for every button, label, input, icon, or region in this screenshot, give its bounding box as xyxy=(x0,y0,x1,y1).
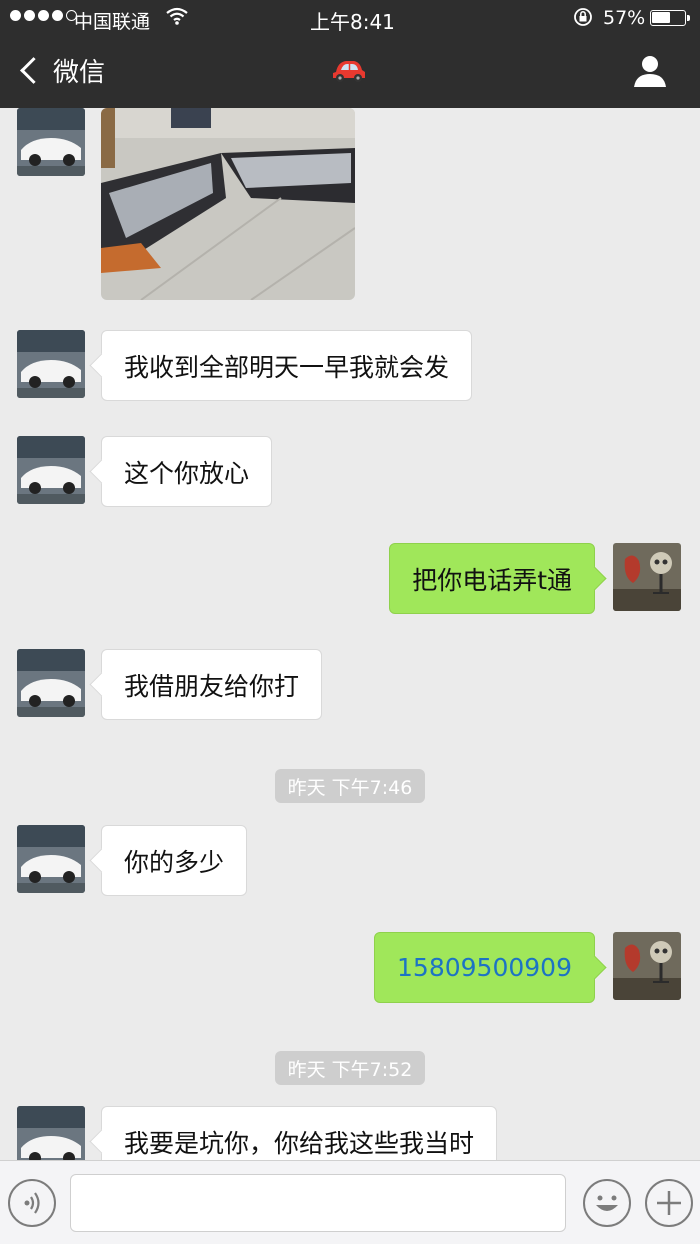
plus-icon[interactable] xyxy=(645,1179,693,1227)
own-avatar[interactable] xyxy=(613,543,681,611)
back-label: 微信 xyxy=(53,58,106,88)
message-text: 我收到全部明天一早我就会发 xyxy=(124,352,450,382)
phone-number-link[interactable]: 15809500909 xyxy=(397,953,572,982)
message-bubble[interactable]: 这个你放心 xyxy=(101,436,273,507)
message-bubble[interactable]: 你的多少 xyxy=(101,825,248,896)
message-text: 你的多少 xyxy=(124,847,225,877)
back-button[interactable]: 微信 xyxy=(18,52,105,89)
battery-percent: 57% xyxy=(603,7,646,29)
message-text: 我借朋友给你打 xyxy=(124,671,300,701)
battery-icon xyxy=(650,10,690,26)
chat-image-message[interactable] xyxy=(101,108,355,300)
own-message-bubble[interactable]: 15809500909 xyxy=(374,932,595,1003)
own-avatar[interactable] xyxy=(613,932,681,1000)
signal-strength-icon xyxy=(10,10,77,21)
message-text: 这个你放心 xyxy=(124,458,250,488)
message-input[interactable] xyxy=(70,1174,566,1232)
car-emoji-icon xyxy=(330,58,368,88)
timestamp: 昨天 下午7:52 xyxy=(275,1051,425,1085)
message-text: 把你电话弄t通 xyxy=(412,565,572,595)
rotation-lock-icon xyxy=(573,7,593,32)
profile-icon[interactable] xyxy=(630,54,670,92)
contact-avatar[interactable] xyxy=(17,436,85,504)
own-message-bubble[interactable]: 把你电话弄t通 xyxy=(389,543,595,614)
contact-avatar[interactable] xyxy=(17,649,85,717)
contact-avatar[interactable] xyxy=(17,330,85,398)
message-bubble[interactable]: 我收到全部明天一早我就会发 xyxy=(101,330,473,401)
wifi-icon xyxy=(166,7,188,30)
voice-icon[interactable] xyxy=(8,1179,56,1227)
contact-avatar[interactable] xyxy=(17,1106,85,1160)
message-bubble[interactable]: 我借朋友给你打 xyxy=(101,649,323,720)
message-text: 我要是坑你，你给我这些我当时 xyxy=(124,1128,475,1158)
status-bar: 中国联通 上午8:41 57% xyxy=(0,0,700,36)
clock: 上午8:41 xyxy=(310,10,395,34)
contact-avatar[interactable] xyxy=(17,108,85,176)
carrier-name: 中国联通 xyxy=(74,11,151,33)
timestamp: 昨天 下午7:46 xyxy=(275,769,425,803)
chat-area[interactable]: 我收到全部明天一早我就会发 这个你放心 把你电话弄t通 我借朋友给你打 昨天 下… xyxy=(0,108,700,1160)
emoji-icon[interactable] xyxy=(583,1179,631,1227)
chevron-left-icon xyxy=(20,57,47,84)
contact-avatar[interactable] xyxy=(17,825,85,893)
input-bar xyxy=(0,1160,700,1244)
nav-bar: 微信 xyxy=(0,36,700,108)
message-bubble[interactable]: 我要是坑你，你给我这些我当时 xyxy=(101,1106,498,1160)
